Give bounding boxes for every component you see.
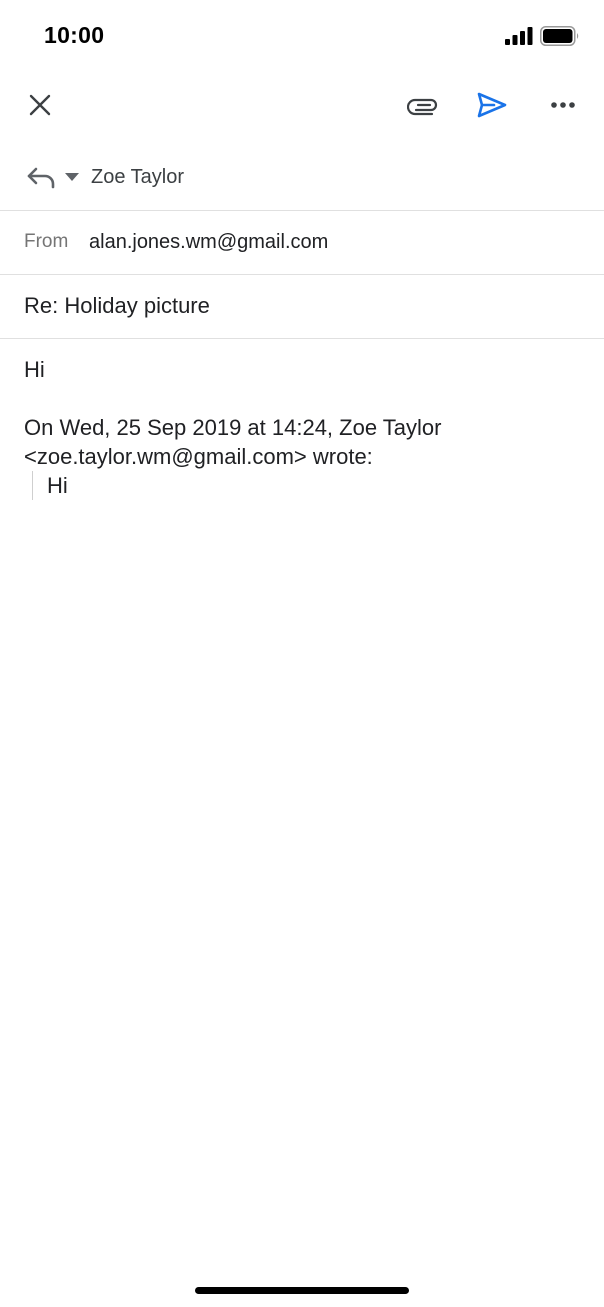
from-label: From [24, 231, 69, 252]
dropdown-triangle-icon[interactable] [64, 172, 80, 182]
send-icon [477, 92, 507, 118]
reply-recipient: Zoe Taylor [91, 166, 185, 188]
home-indicator[interactable] [195, 1287, 409, 1294]
from-address[interactable]: alan.jones.wm@gmail.com [89, 231, 328, 254]
attach-button[interactable] [399, 81, 447, 129]
compose-toolbar [0, 72, 604, 138]
subject-field[interactable]: Re: Holiday picture [24, 293, 210, 319]
quoted-text: Hi [32, 471, 580, 500]
message-body[interactable]: Hi On Wed, 25 Sep 2019 at 14:24, Zoe Tay… [24, 355, 580, 500]
status-time: 10:00 [44, 22, 105, 48]
quote-header: On Wed, 25 Sep 2019 at 14:24, Zoe Taylor… [24, 415, 442, 469]
body-text[interactable]: Hi [24, 355, 580, 384]
close-button[interactable] [16, 81, 64, 129]
close-icon [29, 94, 51, 116]
paperclip-icon [407, 98, 438, 116]
battery-icon [540, 26, 579, 46]
more-options-button[interactable] [539, 81, 587, 129]
from-row[interactable]: From alan.jones.wm@gmail.com [0, 211, 604, 274]
divider [0, 338, 604, 339]
cellular-signal-icon [505, 27, 533, 45]
status-bar: 10:00 [0, 0, 604, 72]
subject-row[interactable]: Re: Holiday picture [0, 275, 604, 338]
send-button[interactable] [468, 81, 516, 129]
reply-icon [27, 167, 55, 189]
more-horizontal-icon [551, 102, 575, 108]
reply-type-row[interactable]: Zoe Taylor [0, 148, 604, 210]
